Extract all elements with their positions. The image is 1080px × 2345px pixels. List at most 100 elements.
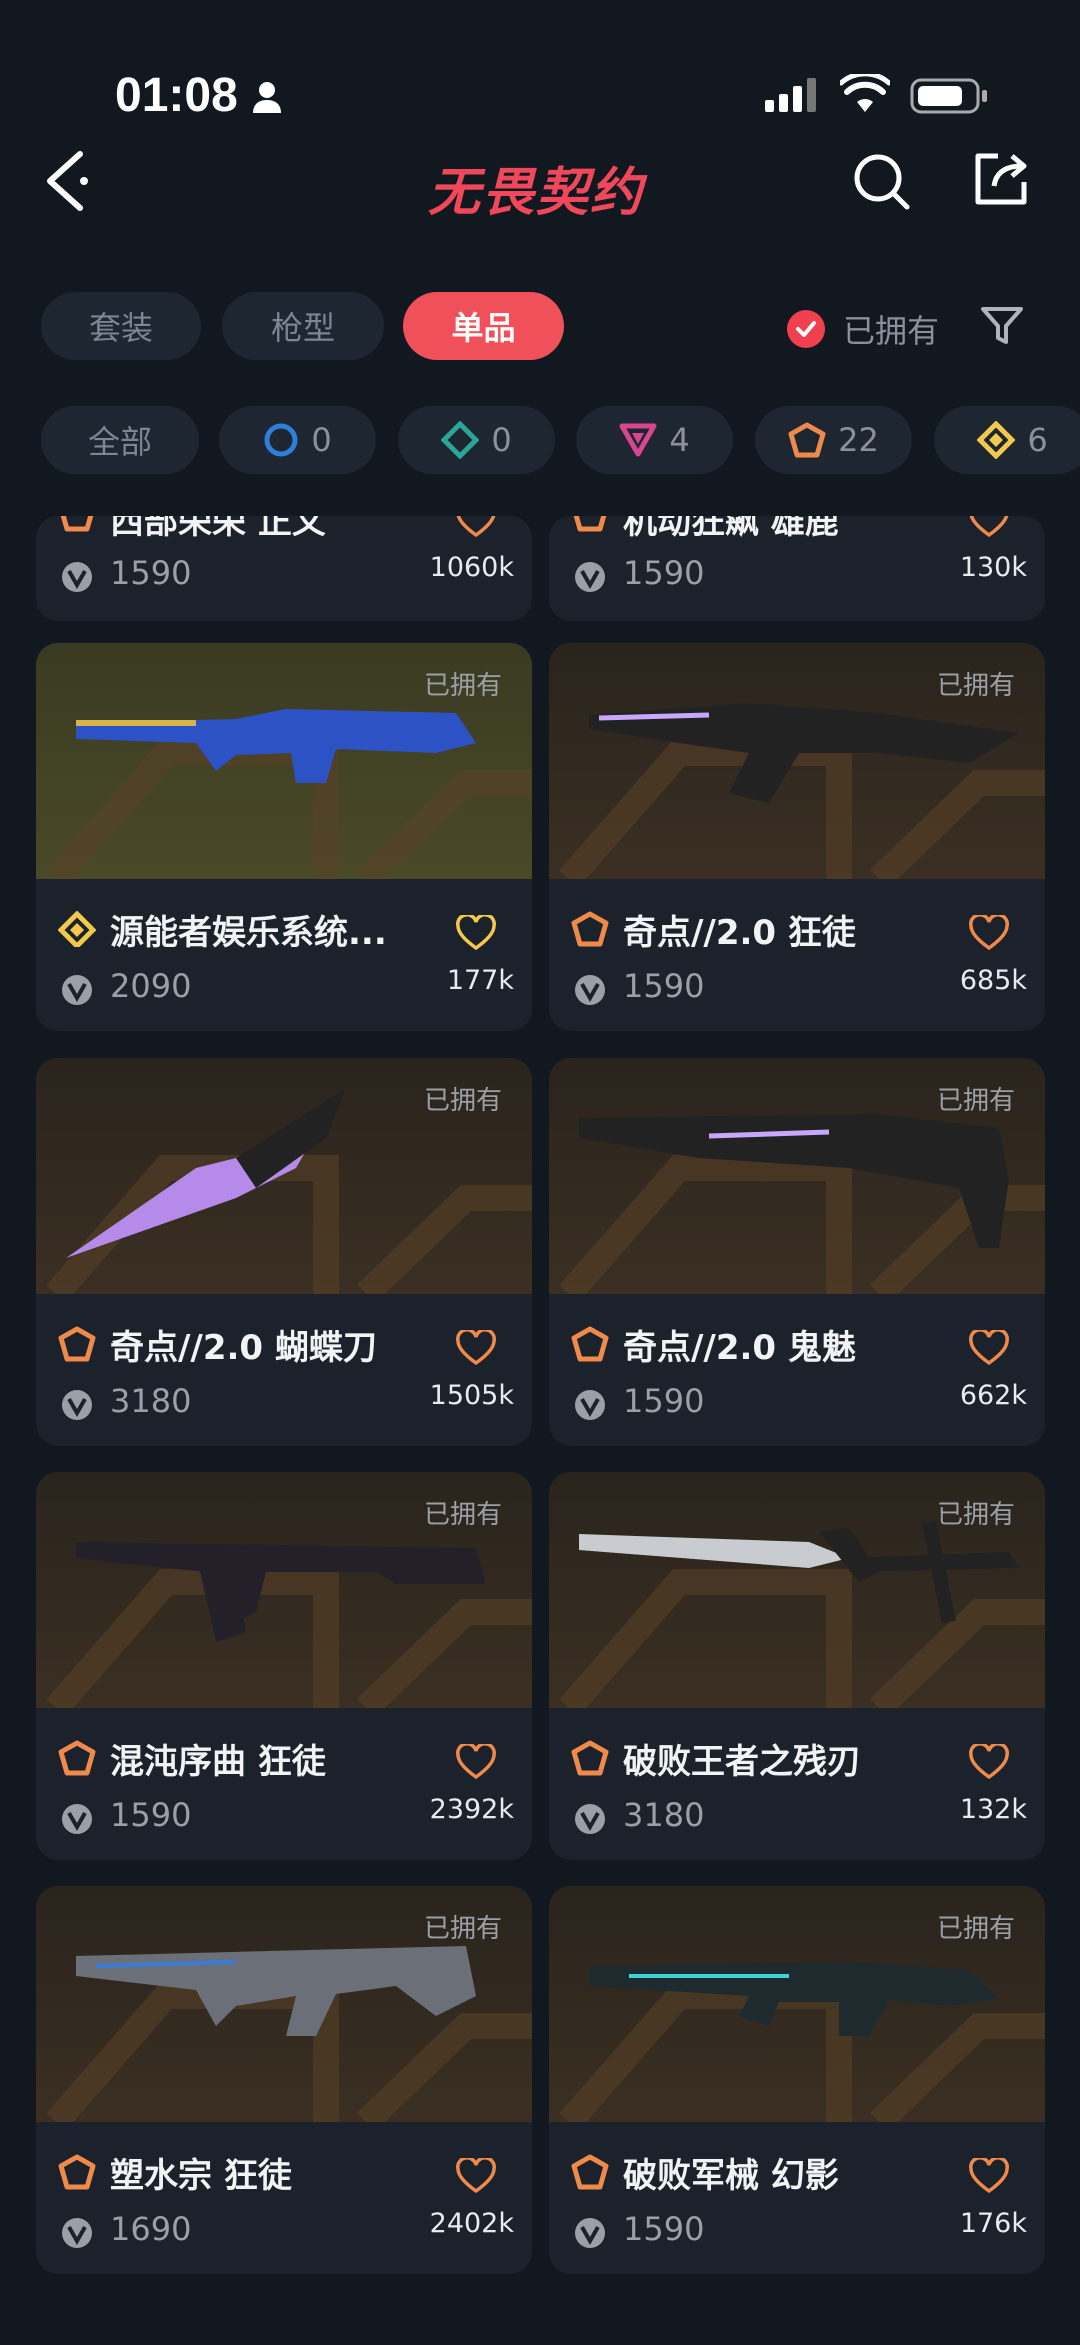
skin-likes: 662k: [959, 1380, 1027, 1411]
skin-name: 破败王者之残刃: [623, 1742, 861, 1782]
chip-deluxe[interactable]: 0: [398, 406, 555, 474]
heart-icon[interactable]: [456, 1744, 496, 1780]
skin-likes: 177k: [446, 965, 514, 996]
owned-filter-toggle[interactable]: 已拥有: [787, 306, 939, 352]
person-icon: [253, 82, 281, 113]
chip-all[interactable]: 全部: [41, 406, 199, 474]
heart-icon[interactable]: [969, 2158, 1009, 2194]
chip-select[interactable]: 0: [219, 406, 376, 474]
vp-currency-icon: [575, 2218, 605, 2248]
cellular-signal-icon: [765, 78, 816, 112]
owned-badge: 已拥有: [936, 1086, 1015, 1116]
owned-badge: 已拥有: [423, 1914, 502, 1944]
skin-image: 已拥有: [549, 643, 1045, 879]
exclusive-tier-icon: [571, 2154, 609, 2190]
skin-card[interactable]: 已拥有 奇点//2.0 狂徒 1590 685k: [549, 643, 1045, 1031]
skin-card[interactable]: 西部荣荣 正义 1590 1060k: [36, 516, 532, 621]
skin-image: 已拥有: [549, 1472, 1045, 1708]
skin-likes: 2402k: [429, 2208, 514, 2239]
wifi-icon: [840, 74, 890, 112]
chip-exclusive[interactable]: 22: [755, 406, 912, 474]
skin-price: 1590: [110, 554, 192, 592]
skin-image: 已拥有: [36, 1886, 532, 2122]
vp-currency-icon: [575, 1804, 605, 1834]
skin-card[interactable]: 已拥有 奇点//2.0 鬼魅 1590 662k: [549, 1058, 1045, 1446]
skin-price: 3180: [623, 1796, 705, 1834]
filter-icon[interactable]: [980, 306, 1024, 346]
heart-icon[interactable]: [456, 1330, 496, 1366]
chip-ultra[interactable]: 6: [934, 406, 1080, 474]
skin-likes: 2392k: [429, 1794, 514, 1825]
skin-name: 源能者娱乐系统...: [110, 913, 387, 953]
skin-likes: 1505k: [429, 1380, 514, 1411]
skin-card[interactable]: 已拥有 源能者娱乐系统... 2090 177k: [36, 643, 532, 1031]
battery-icon: [910, 78, 987, 114]
skin-price: 2090: [110, 967, 192, 1005]
skin-likes: 685k: [959, 965, 1027, 996]
heart-icon[interactable]: [969, 1744, 1009, 1780]
skin-price: 1590: [623, 2210, 705, 2248]
skin-name: 破败军械 幻影: [623, 2156, 839, 2196]
vp-currency-icon: [62, 1390, 92, 1420]
owned-badge: 已拥有: [936, 671, 1015, 701]
premium-tier-icon: [619, 423, 657, 457]
skin-card[interactable]: 已拥有 塑水宗 狂徒 1690 2402k: [36, 1886, 532, 2274]
skin-image: 已拥有: [36, 1058, 532, 1294]
skin-price: 1590: [623, 554, 705, 592]
skin-name: 奇点//2.0 狂徒: [623, 913, 856, 953]
back-icon[interactable]: [40, 148, 90, 214]
vp-currency-icon: [575, 975, 605, 1005]
vp-currency-icon: [575, 562, 605, 592]
skin-price: 1590: [110, 1796, 192, 1834]
tab-single-item[interactable]: 单品: [403, 292, 564, 360]
heart-icon[interactable]: [456, 915, 496, 951]
vp-currency-icon: [62, 1804, 92, 1834]
skin-image: 已拥有: [36, 1472, 532, 1708]
exclusive-tier-icon: [58, 1326, 96, 1362]
skin-name: 奇点//2.0 蝴蝶刀: [110, 1328, 377, 1368]
skin-likes: 132k: [959, 1794, 1027, 1825]
tab-weapon-type[interactable]: 枪型: [222, 292, 384, 360]
skin-image: 已拥有: [36, 643, 532, 879]
heart-icon[interactable]: [969, 915, 1009, 951]
skin-card[interactable]: 已拥有 奇点//2.0 蝴蝶刀 3180 1505k: [36, 1058, 532, 1446]
owned-badge: 已拥有: [423, 671, 502, 701]
select-tier-icon: [264, 423, 298, 457]
skin-card[interactable]: 机动狂飙 雄鹿 1590 130k: [549, 516, 1045, 621]
exclusive-tier-icon: [788, 422, 826, 458]
heart-icon[interactable]: [456, 2158, 496, 2194]
ultra-tier-icon: [58, 911, 96, 947]
vp-currency-icon: [575, 1390, 605, 1420]
skin-likes: 176k: [959, 2208, 1027, 2239]
vp-currency-icon: [62, 562, 92, 592]
list-top-fade: [0, 496, 1080, 516]
skin-price: 1590: [623, 1382, 705, 1420]
skin-card[interactable]: 已拥有 破败王者之残刃 3180 132k: [549, 1472, 1045, 1860]
owned-badge: 已拥有: [423, 1086, 502, 1116]
skin-image: 已拥有: [549, 1886, 1045, 2122]
ultra-tier-icon: [977, 421, 1016, 459]
skin-name: 奇点//2.0 鬼魅: [623, 1328, 856, 1368]
heart-icon[interactable]: [456, 516, 496, 538]
share-icon[interactable]: [972, 150, 1030, 208]
skin-price: 1590: [623, 967, 705, 1005]
exclusive-tier-icon: [58, 1740, 96, 1776]
exclusive-tier-icon: [60, 516, 94, 532]
owned-filter-label: 已拥有: [843, 312, 940, 350]
skin-price: 1690: [110, 2210, 192, 2248]
skin-likes: 1060k: [429, 552, 514, 583]
skin-name: 塑水宗 狂徒: [110, 2156, 292, 2196]
checkmark-icon: [787, 310, 825, 348]
chip-premium[interactable]: 4: [576, 406, 733, 474]
app-logo: 无畏契约: [428, 163, 645, 223]
skin-card[interactable]: 已拥有 破败军械 幻影 1590 176k: [549, 1886, 1045, 2274]
skin-card[interactable]: 已拥有 混沌序曲 狂徒 1590 2392k: [36, 1472, 532, 1860]
tab-bundle[interactable]: 套装: [41, 292, 201, 360]
status-bar: 01:08: [0, 0, 1080, 130]
exclusive-tier-icon: [571, 1326, 609, 1362]
deluxe-tier-icon: [441, 421, 480, 459]
search-icon[interactable]: [852, 152, 912, 212]
heart-icon[interactable]: [969, 516, 1009, 538]
heart-icon[interactable]: [969, 1330, 1009, 1366]
owned-badge: 已拥有: [936, 1914, 1015, 1944]
